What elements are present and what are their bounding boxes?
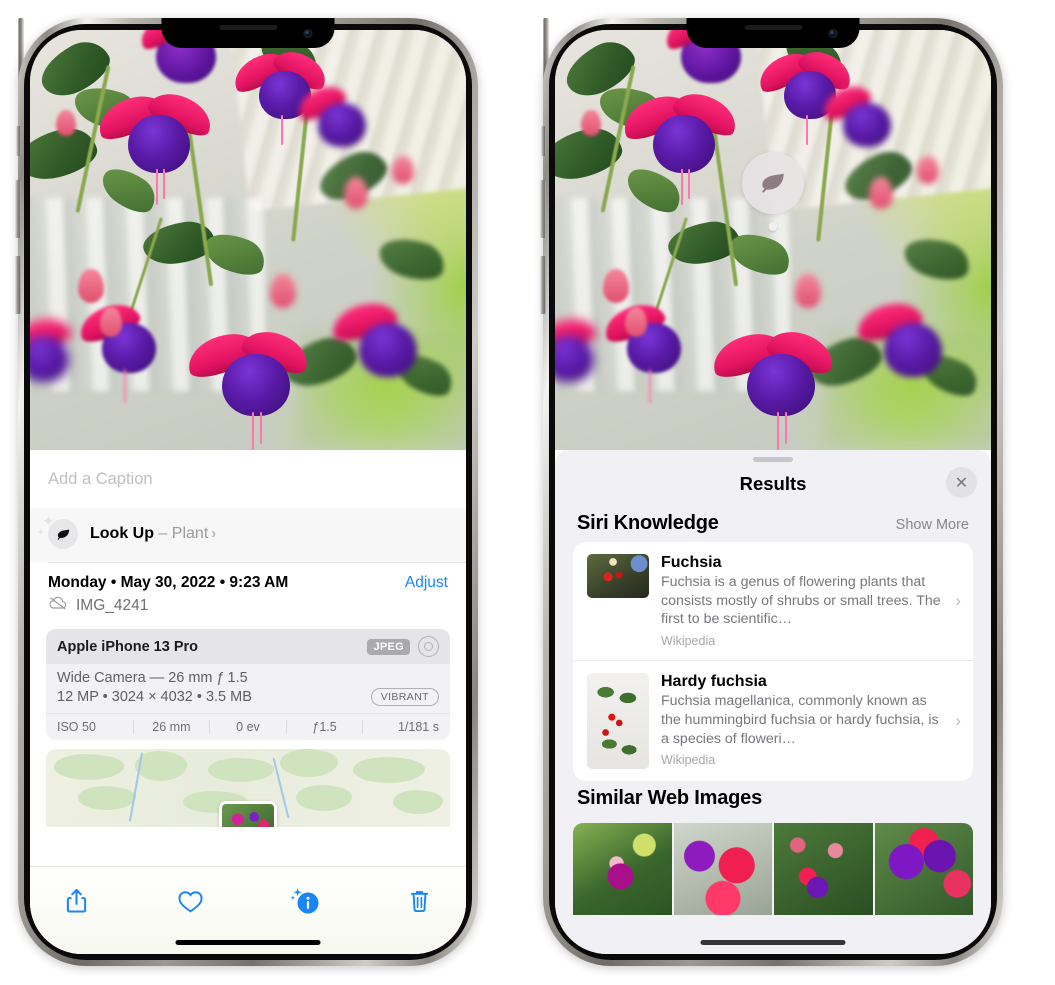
knowledge-thumbnail	[587, 673, 649, 770]
exif-stats-row: ISO 50 26 mm 0 ev ƒ1.5 1/181 s	[46, 713, 450, 740]
screen-right: Results ✕ Siri Knowledge Show More Fuchs…	[555, 30, 991, 954]
results-sheet: Results ✕ Siri Knowledge Show More Fuchs…	[555, 450, 991, 954]
similar-web-images-strip[interactable]	[573, 823, 973, 916]
map-photo-pin[interactable]	[219, 801, 277, 827]
similar-web-images-header: Similar Web Images	[555, 781, 991, 817]
aperture-icon	[418, 636, 439, 657]
lens-info: Wide Camera — 26 mm ƒ 1.5	[57, 670, 248, 686]
exif-stat-shutter: 1/181 s	[362, 720, 439, 734]
web-image-thumbnail[interactable]	[874, 823, 973, 916]
flower-bud	[581, 109, 602, 136]
exif-stat-ev: 0 ev	[209, 720, 286, 734]
web-image-thumbnail[interactable]	[573, 823, 672, 916]
knowledge-row[interactable]: Fuchsia Fuchsia is a genus of flowering …	[573, 542, 973, 660]
exif-body: Wide Camera — 26 mm ƒ 1.5 12 MP • 3024 ×…	[46, 664, 450, 713]
siri-knowledge-title: Siri Knowledge	[577, 512, 719, 534]
flower-bud	[99, 307, 122, 338]
share-icon[interactable]	[56, 883, 96, 919]
knowledge-title: Fuchsia	[661, 554, 722, 571]
camera-device: Apple iPhone 13 Pro	[57, 638, 198, 655]
flower-bud	[916, 156, 939, 184]
look-up-subject: Plant	[171, 525, 209, 542]
volume-down-button-right[interactable]	[540, 256, 546, 314]
sparkle-icon-small: ✦	[37, 527, 45, 537]
knowledge-description: Fuchsia is a genus of flowering plants t…	[661, 574, 941, 628]
look-up-dash: –	[154, 525, 172, 542]
volume-down-button-left[interactable]	[15, 256, 21, 314]
show-more-button[interactable]: Show More	[896, 517, 969, 533]
knowledge-row[interactable]: Hardy fuchsia Fuchsia magellanica, commo…	[573, 660, 973, 781]
exif-stat-aperture: ƒ1.5	[285, 720, 363, 734]
knowledge-source: Wikipedia	[661, 634, 716, 649]
flower-bud	[77, 269, 104, 304]
front-camera-icon	[303, 29, 313, 38]
knowledge-title: Hardy fuchsia	[661, 673, 767, 691]
home-indicator-right[interactable]	[700, 940, 846, 945]
photo-viewer-right[interactable]	[555, 30, 991, 450]
chevron-right-icon: ›	[955, 711, 961, 731]
close-icon[interactable]: ✕	[946, 467, 977, 498]
format-badge: JPEG	[367, 638, 410, 655]
location-map[interactable]	[46, 749, 450, 827]
look-up-row[interactable]: ✦ ✦ Look Up – Plant ›	[30, 508, 466, 562]
lookup-anchor-dot	[768, 222, 778, 231]
flower-bud	[343, 177, 368, 209]
visual-lookup-leaf-badge[interactable]	[742, 152, 804, 231]
caption-input[interactable]: Add a Caption	[30, 450, 466, 508]
flower-bud	[624, 307, 647, 338]
phone-left: Add a Caption ✦ ✦ Look Up – Plant › Mond…	[15, 18, 478, 966]
info-sparkle-icon[interactable]	[285, 883, 325, 919]
earpiece-speaker	[744, 25, 802, 30]
exif-header: Apple iPhone 13 Pro JPEG	[46, 629, 450, 664]
volume-up-button-right[interactable]	[540, 180, 546, 238]
knowledge-description: Fuchsia magellanica, commonly known as t…	[661, 693, 939, 747]
look-up-label: Look Up – Plant ›	[90, 525, 216, 543]
phone-right: Results ✕ Siri Knowledge Show More Fuchs…	[540, 18, 1003, 966]
chevron-right-icon: ›	[211, 525, 217, 542]
trash-icon[interactable]	[400, 883, 440, 919]
photo-info-sheet: Add a Caption ✦ ✦ Look Up – Plant › Mond…	[30, 450, 466, 954]
volume-up-button-left[interactable]	[15, 180, 21, 238]
results-title: Results	[739, 473, 807, 494]
photo-viewer-left[interactable]	[30, 30, 466, 450]
flower-bud	[269, 273, 296, 308]
flower-bud	[602, 269, 629, 304]
photo-metadata: Monday • May 30, 2022 • 9:23 AM Adjust I…	[30, 563, 466, 621]
results-header: Results ✕	[555, 462, 991, 506]
knowledge-source: Wikipedia	[661, 753, 716, 768]
flower-bud	[391, 156, 414, 184]
flower-bud	[56, 109, 77, 136]
mute-switch-right[interactable]	[541, 126, 546, 156]
web-image-thumbnail[interactable]	[774, 823, 873, 916]
front-camera-icon	[828, 29, 838, 38]
earpiece-speaker	[219, 25, 277, 30]
image-size-info: 12 MP • 3024 × 4032 • 3.5 MB	[57, 689, 252, 705]
siri-knowledge-header: Siri Knowledge Show More	[555, 506, 991, 542]
mute-switch-left[interactable]	[16, 126, 21, 156]
flower-bud	[868, 177, 893, 209]
flower-bud	[794, 273, 821, 308]
exif-stat-focal: 26 mm	[132, 720, 210, 734]
photographic-style-badge: VIBRANT	[370, 688, 439, 706]
home-indicator-left[interactable]	[175, 940, 321, 945]
look-up-title: Look Up	[90, 525, 154, 542]
adjust-button[interactable]: Adjust	[405, 574, 448, 592]
photo-date: Monday • May 30, 2022 • 9:23 AM	[48, 574, 289, 591]
photo-filename: IMG_4241	[76, 596, 149, 614]
caption-placeholder: Add a Caption	[48, 469, 153, 488]
notch-right	[686, 18, 860, 48]
screen-left: Add a Caption ✦ ✦ Look Up – Plant › Mond…	[30, 30, 466, 954]
web-image-thumbnail[interactable]	[673, 823, 772, 916]
notch-left	[161, 18, 335, 48]
exif-stat-iso: ISO 50	[57, 720, 96, 734]
icloud-slash-icon	[48, 596, 68, 615]
heart-icon[interactable]	[171, 883, 211, 919]
chevron-right-icon: ›	[955, 591, 961, 611]
siri-knowledge-card: Fuchsia Fuchsia is a genus of flowering …	[573, 542, 973, 782]
knowledge-thumbnail	[587, 554, 649, 598]
leaf-icon	[742, 152, 804, 214]
exif-card[interactable]: Apple iPhone 13 Pro JPEG Wide Camera — 2…	[46, 629, 450, 740]
similar-web-images-title: Similar Web Images	[577, 787, 762, 810]
